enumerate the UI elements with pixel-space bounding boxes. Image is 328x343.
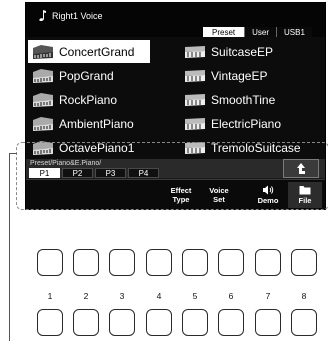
file-label: File bbox=[298, 196, 312, 205]
voice-name: OctavePiano1 bbox=[59, 140, 135, 155]
demo-button[interactable]: Demo bbox=[251, 182, 285, 208]
page-row: Preset/Piano&E.Piano/ P1 P2 P3 P4 bbox=[26, 159, 325, 178]
voice-item-electricpiano[interactable]: ElectricPiano bbox=[180, 112, 325, 135]
electric-piano-icon bbox=[185, 142, 205, 154]
grand-piano-icon bbox=[33, 141, 53, 155]
music-note-icon bbox=[39, 10, 46, 21]
callout-leader-line bbox=[9, 153, 10, 341]
button-number-1: 1 bbox=[47, 291, 53, 301]
hardware-lower-button-1[interactable] bbox=[37, 309, 63, 336]
window-title-text: Right1 Voice bbox=[52, 11, 103, 21]
button-number-2: 2 bbox=[83, 291, 89, 301]
folder-path: Preset/Piano&E.Piano/ bbox=[30, 160, 102, 167]
hardware-upper-button-5[interactable] bbox=[182, 249, 208, 276]
effect-type-line2: Type bbox=[172, 195, 190, 204]
voice-name: ConcertGrand bbox=[59, 44, 135, 59]
voice-list: ConcertGrand PopGrand RockPiano AmbientP… bbox=[26, 37, 325, 159]
function-row: Effect Type Voice Set Demo File bbox=[26, 179, 325, 209]
voice-item-popgrand[interactable]: PopGrand bbox=[28, 64, 150, 87]
voice-name: ElectricPiano bbox=[211, 116, 282, 131]
up-arrow-icon bbox=[297, 163, 305, 174]
voice-item-ambientpiano[interactable]: AmbientPiano bbox=[28, 112, 150, 135]
page-tabs: P1 P2 P3 P4 bbox=[29, 168, 161, 178]
electric-piano-icon bbox=[185, 118, 205, 130]
hardware-lower-button-8[interactable] bbox=[291, 309, 317, 336]
electric-piano-icon bbox=[185, 94, 205, 106]
voice-set-line2: Set bbox=[213, 195, 225, 204]
page-tab-p3[interactable]: P3 bbox=[95, 168, 126, 178]
page-tab-p4[interactable]: P4 bbox=[128, 168, 159, 178]
button-number-7: 7 bbox=[265, 291, 271, 301]
speaker-icon bbox=[263, 185, 274, 195]
lcd-screen: Right1 Voice Preset User USB1 ConcertGra… bbox=[25, 2, 326, 210]
hardware-upper-button-7[interactable] bbox=[255, 249, 281, 276]
hardware-upper-button-4[interactable] bbox=[146, 249, 172, 276]
button-number-3: 3 bbox=[119, 291, 125, 301]
grand-piano-icon bbox=[33, 93, 53, 107]
hardware-upper-button-1[interactable] bbox=[37, 249, 63, 276]
grand-piano-icon bbox=[33, 117, 53, 131]
window-title: Right1 Voice bbox=[35, 10, 103, 22]
voice-item-suitcaseep[interactable]: SuitcaseEP bbox=[180, 40, 325, 63]
voice-set-button[interactable]: Voice Set bbox=[202, 182, 236, 208]
electric-piano-icon bbox=[185, 46, 205, 58]
hardware-upper-button-3[interactable] bbox=[109, 249, 135, 276]
voice-name: SuitcaseEP bbox=[211, 44, 274, 59]
voice-name: TremoloSuitcase bbox=[211, 140, 301, 155]
file-button[interactable]: File bbox=[288, 182, 322, 208]
hardware-lower-button-3[interactable] bbox=[109, 309, 135, 336]
voice-item-rockpiano[interactable]: RockPiano bbox=[28, 88, 150, 111]
voice-item-tremolosuitcase[interactable]: TremoloSuitcase bbox=[180, 136, 325, 159]
title-bar: Right1 Voice Preset User USB1 bbox=[26, 3, 325, 38]
hardware-upper-button-2[interactable] bbox=[73, 249, 99, 276]
hardware-lower-button-6[interactable] bbox=[218, 309, 244, 336]
demo-label: Demo bbox=[257, 196, 279, 205]
voice-item-octavepiano1[interactable]: OctavePiano1 bbox=[28, 136, 150, 159]
folder-icon bbox=[299, 186, 311, 195]
page-tab-p2[interactable]: P2 bbox=[62, 168, 93, 178]
hardware-upper-button-6[interactable] bbox=[218, 249, 244, 276]
hardware-lower-button-2[interactable] bbox=[73, 309, 99, 336]
hardware-lower-button-4[interactable] bbox=[146, 309, 172, 336]
button-number-6: 6 bbox=[228, 291, 234, 301]
voice-item-smoothtine[interactable]: SmoothTine bbox=[180, 88, 325, 111]
hardware-lower-button-7[interactable] bbox=[255, 309, 281, 336]
voice-name: SmoothTine bbox=[211, 92, 276, 107]
voice-name: AmbientPiano bbox=[59, 116, 134, 131]
page-tab-p1[interactable]: P1 bbox=[29, 168, 60, 178]
voice-name: RockPiano bbox=[59, 92, 118, 107]
hardware-lower-button-5[interactable] bbox=[182, 309, 208, 336]
button-number-5: 5 bbox=[192, 291, 198, 301]
up-folder-button[interactable] bbox=[283, 159, 319, 178]
grand-piano-icon bbox=[33, 69, 53, 83]
voice-name: PopGrand bbox=[59, 68, 114, 83]
hardware-upper-button-8[interactable] bbox=[291, 249, 317, 276]
button-number-4: 4 bbox=[156, 291, 162, 301]
voice-name: VintageEP bbox=[211, 68, 268, 83]
button-number-8: 8 bbox=[301, 291, 307, 301]
grand-piano-icon bbox=[33, 45, 53, 59]
effect-type-button[interactable]: Effect Type bbox=[164, 182, 198, 208]
effect-type-line1: Effect bbox=[170, 186, 192, 195]
voice-item-vintageep[interactable]: VintageEP bbox=[180, 64, 325, 87]
voice-set-line1: Voice bbox=[209, 186, 229, 195]
electric-piano-icon bbox=[185, 70, 205, 82]
callout-leader-tick bbox=[9, 153, 17, 154]
voice-item-concertgrand[interactable]: ConcertGrand bbox=[28, 40, 150, 63]
